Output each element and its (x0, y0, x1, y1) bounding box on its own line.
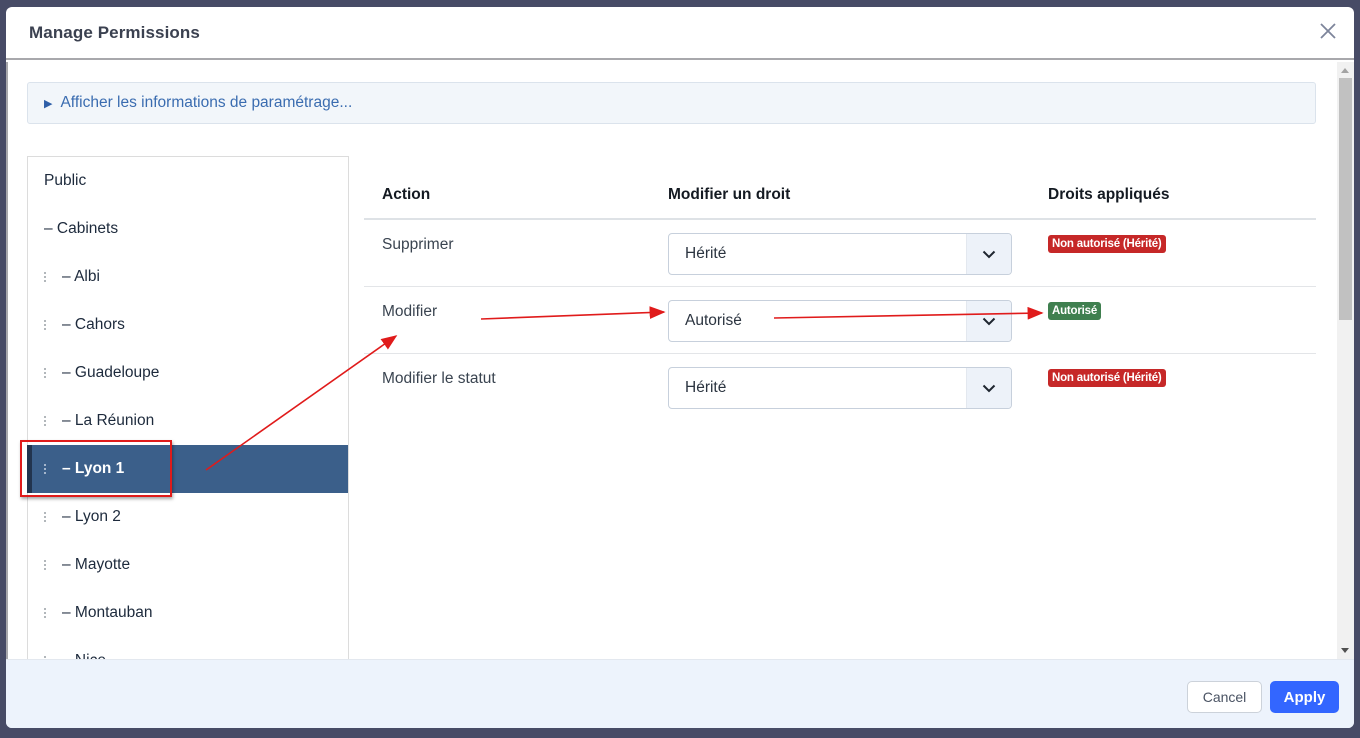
right-select[interactable]: Hérité (668, 367, 1012, 409)
dialog-header: Manage Permissions (6, 7, 1354, 60)
tree-item-albi[interactable]: – Albi (28, 253, 348, 301)
table-row: Supprimer Hérité Non autorisé (Hérité) (364, 220, 1316, 287)
drag-handle-icon[interactable] (43, 368, 47, 378)
scroll-down-arrow-icon[interactable] (1341, 648, 1349, 653)
cancel-button[interactable]: Cancel (1187, 681, 1262, 713)
settings-info-toggle[interactable]: ▶ Afficher les informations de paramétra… (27, 82, 1316, 124)
table-header: Action Modifier un droit Droits appliqué… (364, 156, 1316, 220)
right-select[interactable]: Hérité (668, 233, 1012, 275)
scroll-up-arrow-icon[interactable] (1341, 68, 1349, 73)
tree-item-lyon-2[interactable]: – Lyon 2 (28, 493, 348, 541)
drag-handle-icon[interactable] (43, 272, 47, 282)
triangle-right-icon: ▶ (44, 97, 53, 110)
action-label: Modifier le statut (382, 370, 496, 387)
tree-item-public[interactable]: Public (28, 157, 348, 205)
tree-item-label: – Albi (62, 268, 100, 285)
scrollbar-thumb[interactable] (1339, 78, 1352, 320)
tree-item-cahors[interactable]: – Cahors (28, 301, 348, 349)
chevron-down-icon (966, 368, 1011, 408)
tree-item-label: – Mayotte (62, 556, 131, 573)
tree-item-label: – La Réunion (62, 412, 155, 429)
chevron-down-icon (966, 234, 1011, 274)
tree-item-montauban[interactable]: – Montauban (28, 589, 348, 637)
select-value: Autorisé (685, 312, 742, 329)
drag-handle-icon[interactable] (43, 560, 47, 570)
column-header-applied-rights: Droits appliqués (1048, 186, 1170, 203)
dialog-title: Manage Permissions (29, 22, 200, 42)
annotation-highlight-box (20, 440, 172, 497)
settings-info-label: Afficher les informations de paramétrage… (60, 94, 353, 111)
column-header-modify-right: Modifier un droit (668, 186, 791, 203)
column-header-action: Action (382, 186, 431, 203)
vertical-scrollbar[interactable] (1337, 62, 1354, 659)
drag-handle-icon[interactable] (43, 608, 47, 618)
tree-item-label: – Cabinets (44, 220, 119, 237)
status-badge: Non autorisé (Hérité) (1048, 369, 1166, 387)
select-value: Hérité (685, 245, 727, 262)
status-badge: Non autorisé (Hérité) (1048, 235, 1166, 253)
tree-item-nice[interactable]: – Nice (28, 637, 348, 659)
right-select[interactable]: Autorisé (668, 300, 1012, 342)
action-label: Supprimer (382, 236, 454, 253)
dialog-body: ▶ Afficher les informations de paramétra… (6, 62, 1354, 659)
permissions-table: Action Modifier un droit Droits appliqué… (364, 156, 1316, 421)
close-button[interactable] (1318, 21, 1338, 41)
tree-item-la-reunion[interactable]: – La Réunion (28, 397, 348, 445)
tree-item-label: – Montauban (62, 604, 153, 621)
table-row: Modifier Autorisé Autorisé (364, 287, 1316, 354)
drag-handle-icon[interactable] (43, 512, 47, 522)
group-tree: Public – Cabinets – Albi – Cahors – Guad… (27, 156, 349, 659)
select-value: Hérité (685, 379, 727, 396)
table-row: Modifier le statut Hérité Non autorisé (… (364, 354, 1316, 421)
tree-item-mayotte[interactable]: – Mayotte (28, 541, 348, 589)
tree-item-guadeloupe[interactable]: – Guadeloupe (28, 349, 348, 397)
tree-item-label: – Lyon 2 (62, 508, 121, 525)
tree-item-label: – Guadeloupe (62, 364, 160, 381)
dialog-footer: Cancel Apply (6, 659, 1354, 728)
drag-handle-icon[interactable] (43, 416, 47, 426)
tree-item-label: Public (44, 172, 87, 189)
action-label: Modifier (382, 303, 438, 320)
drag-handle-icon[interactable] (43, 320, 47, 330)
apply-button[interactable]: Apply (1270, 681, 1339, 713)
manage-permissions-dialog: Manage Permissions ▶ Afficher les inform… (6, 7, 1354, 728)
close-x-icon (1320, 23, 1336, 39)
chevron-down-icon (966, 301, 1011, 341)
tree-item-cabinets[interactable]: – Cabinets (28, 205, 348, 253)
tree-item-label: – Nice (62, 652, 106, 659)
tree-item-label: – Cahors (62, 316, 125, 333)
status-badge: Autorisé (1048, 302, 1102, 320)
